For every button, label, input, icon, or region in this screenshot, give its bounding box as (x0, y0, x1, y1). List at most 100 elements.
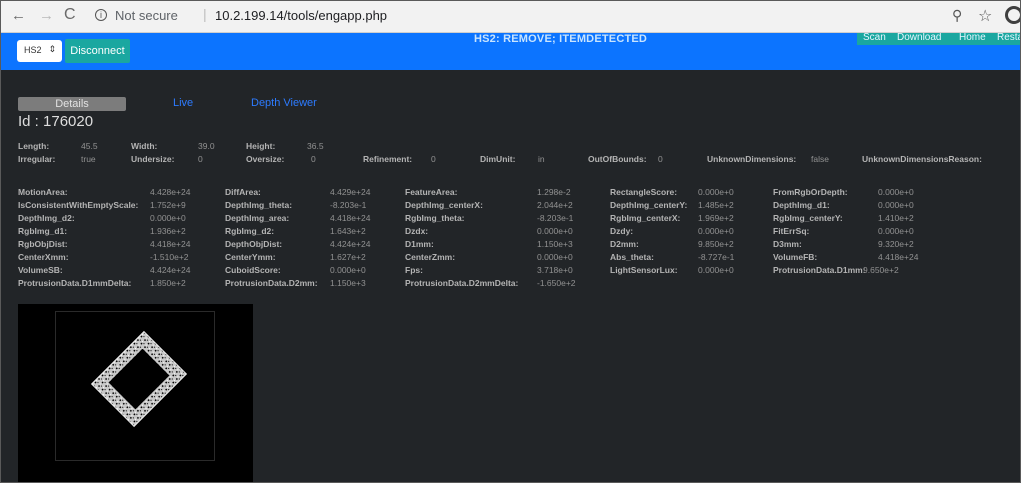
metric-value: 0.000e+0 (878, 187, 914, 197)
metric-label: RectangleScore: (610, 187, 678, 197)
security-label[interactable]: Not secure (115, 8, 178, 23)
summary-label: Irregular: (18, 154, 56, 164)
metric-value: 4.428e+24 (150, 187, 191, 197)
top-nav: Scan Download Home Resta (857, 33, 1020, 45)
metric-value: 4.424e+24 (150, 265, 191, 275)
metric-label: CuboidScore: (225, 265, 281, 275)
metric-label: CenterZmm: (405, 252, 456, 262)
metric-label: RgbImg_theta: (405, 213, 465, 223)
metric-label: DepthImg_area: (225, 213, 290, 223)
metric-value: 4.418e+24 (878, 252, 919, 262)
metric-label: DepthImg_centerY: (610, 200, 688, 210)
summary-value: true (81, 154, 96, 164)
metric-value: 1.150e+3 (537, 239, 573, 249)
metric-value: -8.203e-1 (537, 213, 574, 223)
metric-label: CenterYmm: (225, 252, 276, 262)
metric-label: Dzdx: (405, 226, 429, 236)
metric-value: 9.850e+2 (698, 239, 734, 249)
tab-details[interactable]: Details (18, 97, 126, 111)
metric-value: 1.850e+2 (150, 278, 186, 288)
summary-label: Refinement: (363, 154, 413, 164)
metric-value: 1.969e+2 (698, 213, 734, 223)
back-icon[interactable]: ← (11, 7, 26, 24)
tab-live[interactable]: Live (173, 97, 193, 109)
metric-label: DepthImg_d1: (773, 200, 830, 210)
summary-value: false (811, 154, 829, 164)
metric-label: ProtrusionData.D1mm: (773, 265, 866, 275)
app-header: HS2 ⇕ Disconnect HS2: REMOVE; ITEMDETECT… (1, 33, 1020, 70)
metric-value: 0.000e+0 (698, 265, 734, 275)
star-icon[interactable]: ☆ (978, 6, 992, 26)
metric-label: RgbImg_centerX: (610, 213, 681, 223)
address-bar[interactable]: 10.2.199.14/tools/engapp.php (215, 8, 387, 23)
metric-value: 0.000e+0 (878, 226, 914, 236)
metric-value: 1.298e-2 (537, 187, 571, 197)
device-select-value: HS2 (24, 45, 42, 55)
summary-label: DimUnit: (480, 154, 516, 164)
depth-image (18, 304, 253, 482)
browser-toolbar: ← → C i Not secure | 10.2.199.14/tools/e… (1, 1, 1020, 33)
tab-depth-viewer[interactable]: Depth Viewer (251, 97, 317, 109)
summary-label: Oversize: (246, 154, 285, 164)
profile-icon[interactable] (1005, 6, 1020, 24)
forward-icon[interactable]: → (39, 7, 54, 24)
reload-icon[interactable]: C (64, 6, 76, 24)
disconnect-button[interactable]: Disconnect (65, 39, 130, 63)
summary-label: UnknownDimensionsReason: (862, 154, 982, 164)
summary-value: 0 (198, 154, 203, 164)
nav-restart[interactable]: Resta (997, 33, 1020, 43)
metric-label: Dzdy: (610, 226, 634, 236)
metric-value: 9.320e+2 (878, 239, 914, 249)
record-id: Id : 176020 (18, 113, 94, 130)
nav-home[interactable]: Home (959, 33, 986, 43)
metric-label: DepthImg_theta: (225, 200, 293, 210)
app-window: ← → C i Not secure | 10.2.199.14/tools/e… (0, 0, 1021, 483)
metric-value: 1.936e+2 (150, 226, 186, 236)
nav-scan[interactable]: Scan (863, 33, 886, 43)
summary-value: 0 (431, 154, 436, 164)
metric-value: 1.752e+9 (150, 200, 186, 210)
summary-value: in (538, 154, 545, 164)
summary-value: 0 (658, 154, 663, 164)
info-icon[interactable]: i (95, 9, 107, 21)
summary-label: Undersize: (131, 154, 175, 164)
metric-value: 4.418e+24 (150, 239, 191, 249)
metric-value: 0.000e+0 (150, 213, 186, 223)
nav-download[interactable]: Download (897, 33, 941, 43)
metric-label: RgbImg_d1: (18, 226, 68, 236)
metric-value: 2.044e+2 (537, 200, 573, 210)
metric-label: RgbImg_centerY: (773, 213, 843, 223)
status-text: HS2: REMOVE; ITEMDETECTED (474, 33, 648, 45)
metric-label: MotionArea: (18, 187, 68, 197)
metric-label: VolumeFB: (773, 252, 818, 262)
metric-value: 1.485e+2 (698, 200, 734, 210)
metric-label: D2mm: (610, 239, 639, 249)
metric-value: 1.150e+3 (330, 278, 366, 288)
url-separator: | (203, 6, 207, 22)
metric-value: 0.000e+0 (537, 252, 573, 262)
metric-value: -1.650e+2 (537, 278, 576, 288)
metric-label: DiffArea: (225, 187, 261, 197)
metric-label: D1mm: (405, 239, 434, 249)
depth-object-outline (90, 330, 188, 428)
metric-value: -8.203e-1 (330, 200, 367, 210)
metric-value: 0.000e+0 (537, 226, 573, 236)
metric-value: 0.000e+0 (698, 187, 734, 197)
metric-label: FromRgbOrDepth: (773, 187, 848, 197)
metric-label: RgbObjDist: (18, 239, 68, 249)
metric-label: IsConsistentWithEmptyScale: (18, 200, 139, 210)
summary-value: 36.5 (307, 141, 324, 151)
device-select[interactable]: HS2 ⇕ (17, 40, 62, 62)
metric-value: -8.727e-1 (698, 252, 735, 262)
metric-label: D3mm: (773, 239, 802, 249)
metric-value: 4.418e+24 (330, 213, 371, 223)
summary-label: Width: (131, 141, 158, 151)
metric-label: RgbImg_d2: (225, 226, 275, 236)
metric-value: 1.643e+2 (330, 226, 366, 236)
metric-label: CenterXmm: (18, 252, 69, 262)
select-caret-icon: ⇕ (48, 44, 56, 54)
zoom-icon[interactable]: ⚲ (952, 7, 962, 24)
metric-label: ProtrusionData.D2mm: (225, 278, 318, 288)
metric-label: ProtrusionData.D2mmDelta: (405, 278, 519, 288)
metric-value: 1.410e+2 (878, 213, 914, 223)
